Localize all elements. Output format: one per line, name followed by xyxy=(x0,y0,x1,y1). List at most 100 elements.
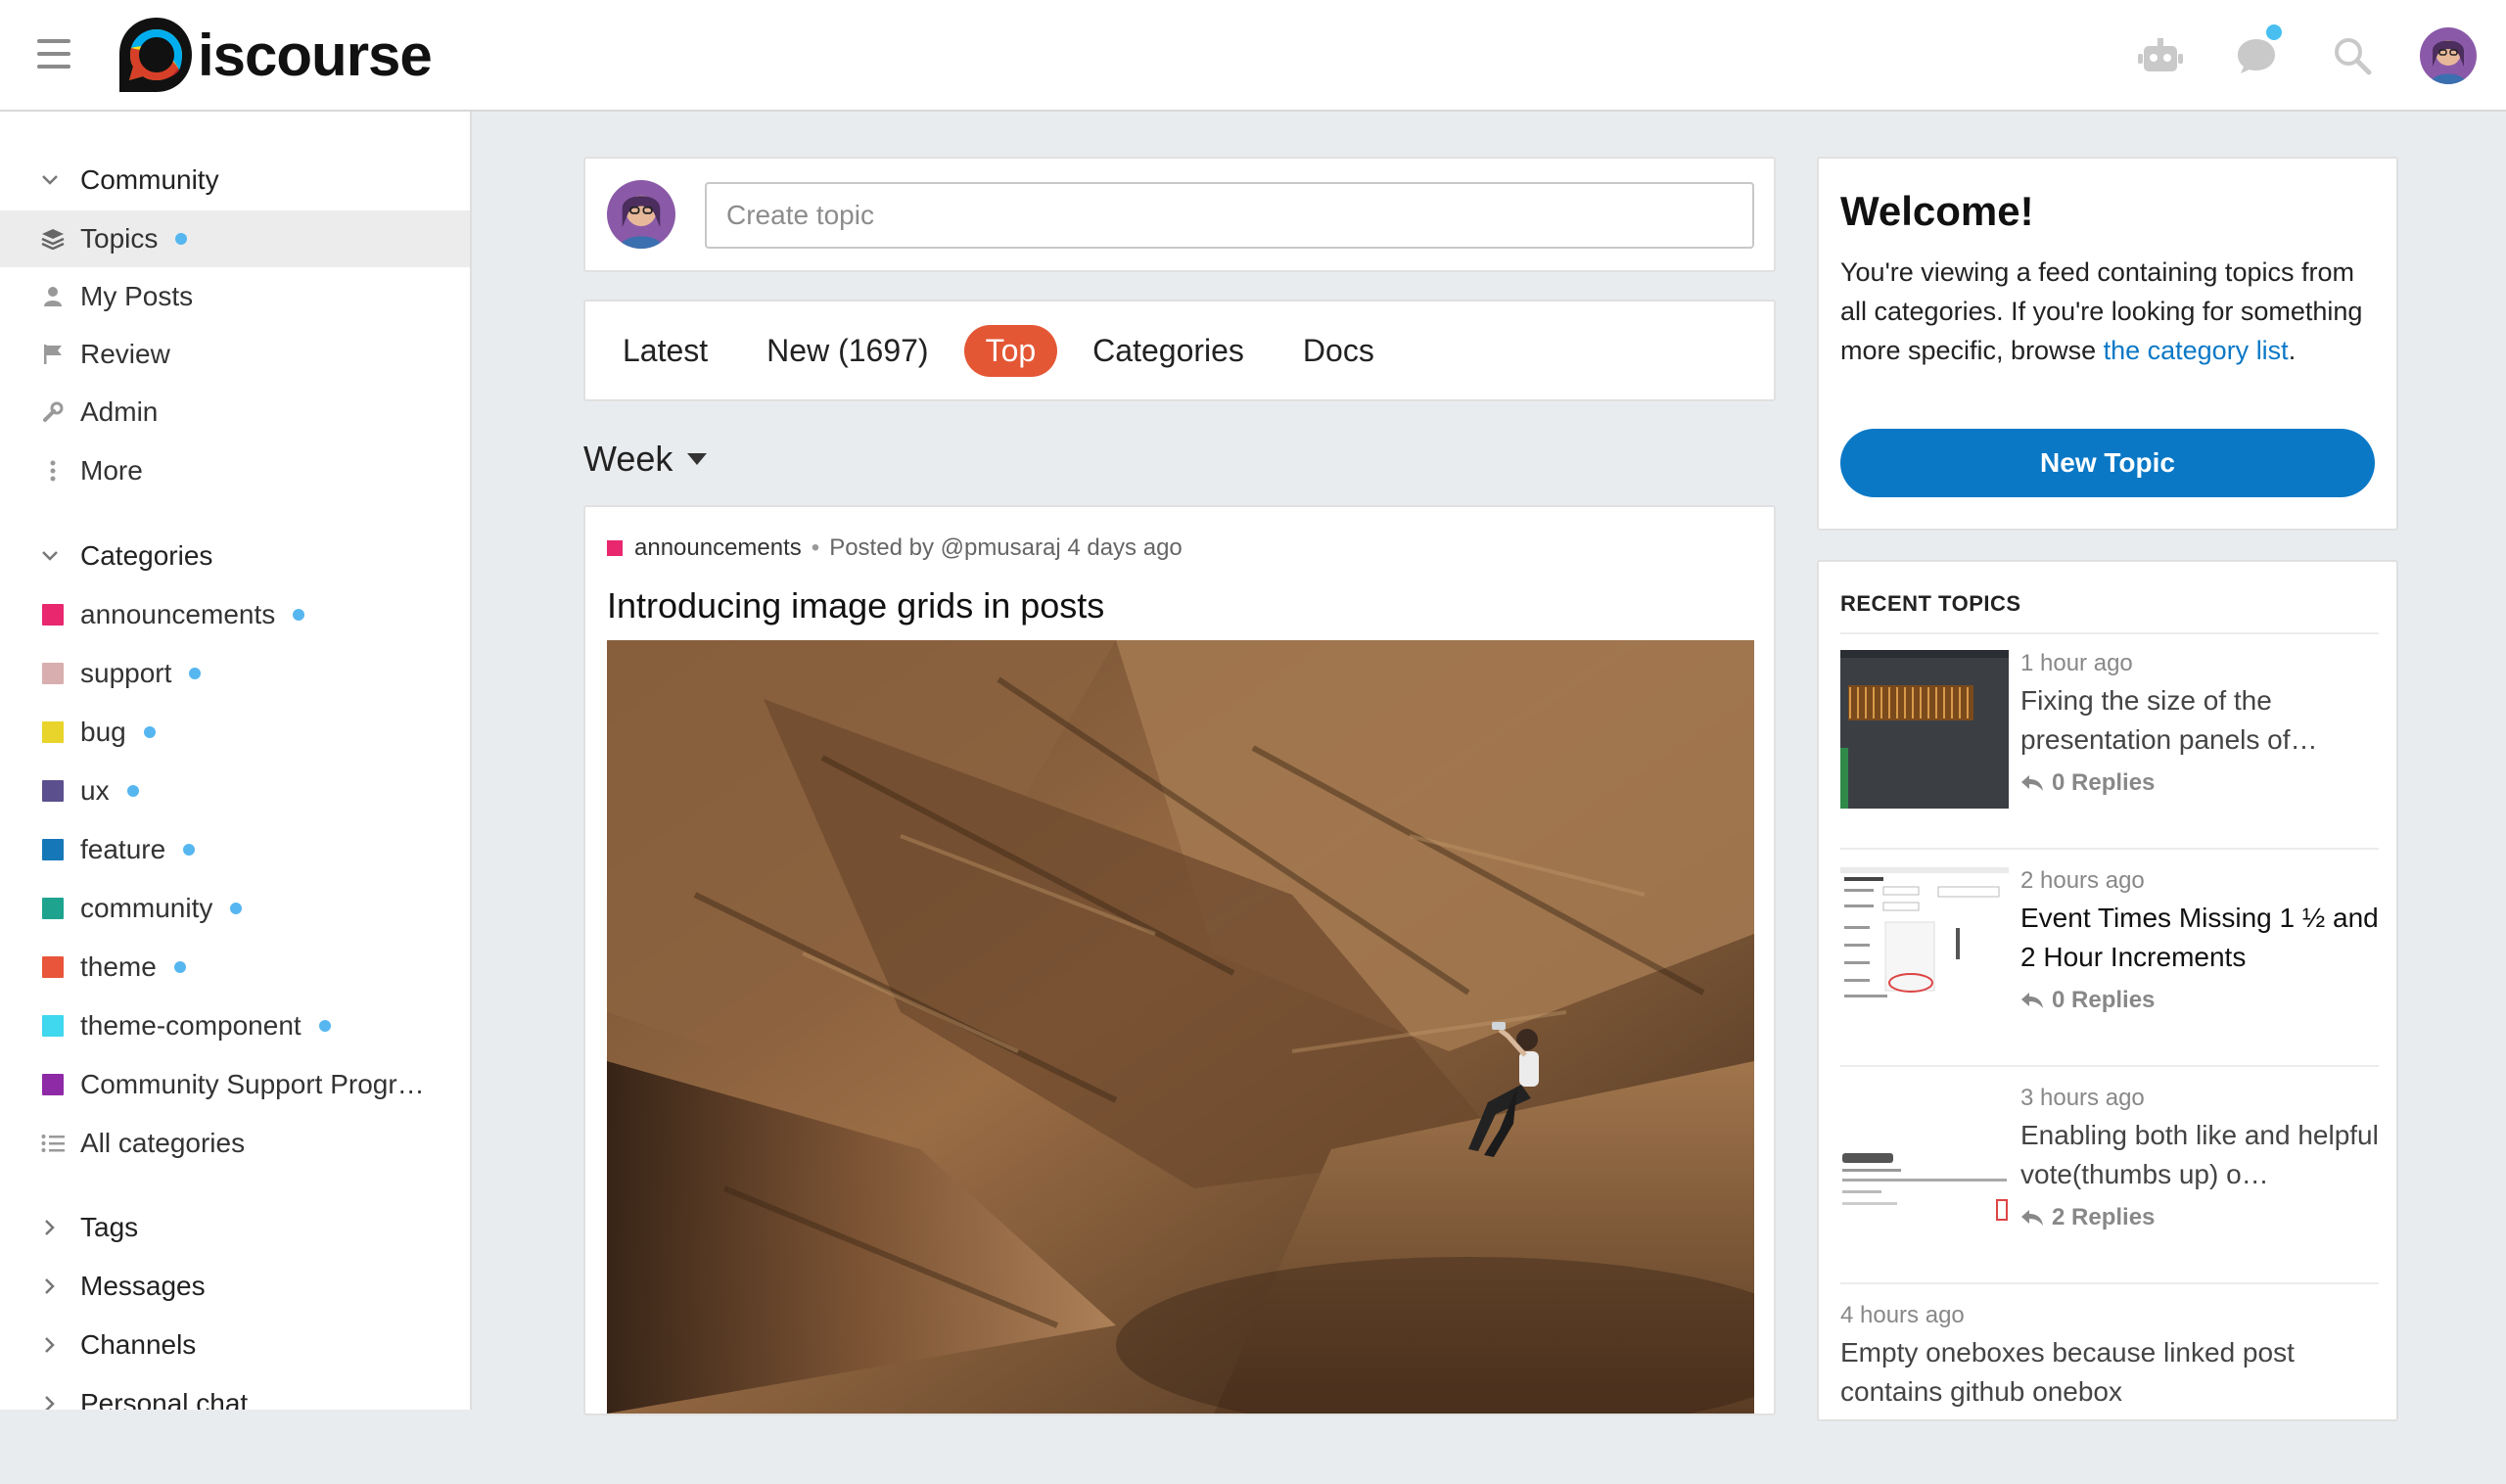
logo-text: iscourse xyxy=(198,22,433,88)
sidebar-category-bug[interactable]: bug xyxy=(0,704,470,761)
sidebar-item-admin[interactable]: Admin xyxy=(0,384,470,441)
sidebar-section-label: Messages xyxy=(80,1271,206,1301)
welcome-end: . xyxy=(2288,336,2297,365)
chevron-right-icon xyxy=(25,1219,74,1236)
category-color-swatch xyxy=(607,540,623,556)
unread-dot xyxy=(230,903,243,914)
category-list-link[interactable]: the category list xyxy=(2104,336,2289,365)
layers-icon xyxy=(37,228,69,250)
topic-replies: 2 Replies xyxy=(2020,1204,2155,1231)
sidebar-category-support[interactable]: support xyxy=(0,645,470,702)
sidebar-item-more[interactable]: More xyxy=(0,442,470,499)
unread-dot xyxy=(293,609,305,621)
reply-icon xyxy=(2021,993,2043,1008)
reply-count: 0 Replies xyxy=(2052,769,2156,796)
topic-title: Empty oneboxes because linked post conta… xyxy=(1840,1337,2295,1407)
sidebar-section-community[interactable]: Community xyxy=(0,151,470,209)
tab-docs[interactable]: Docs xyxy=(1303,333,1374,369)
sidebar-section-label: Tags xyxy=(80,1212,139,1242)
sidebar-item-label: support xyxy=(80,658,172,688)
sidebar-item-label: Review xyxy=(80,339,170,369)
topic-thumbnail xyxy=(1840,650,2009,809)
discourse-logo-mark xyxy=(119,18,192,92)
category-color-swatch xyxy=(42,663,64,684)
unread-dot xyxy=(143,726,156,738)
new-topic-button[interactable]: New Topic xyxy=(1840,429,2375,497)
period-selector[interactable]: Week xyxy=(583,439,708,480)
unread-dot xyxy=(183,844,196,856)
sidebar-section-messages[interactable]: Messages xyxy=(0,1257,470,1316)
category-color-swatch xyxy=(42,1015,64,1037)
sidebar-item-my-posts[interactable]: My Posts xyxy=(0,268,470,325)
topic-card: announcements • Posted by @pmusaraj 4 da… xyxy=(583,505,1776,1415)
post-category-link[interactable]: announcements xyxy=(634,534,802,562)
tab-latest[interactable]: Latest xyxy=(623,333,708,369)
category-color-swatch xyxy=(42,839,64,860)
recent-topic-item[interactable]: 4 hours ago Empty oneboxes because linke… xyxy=(1840,1288,2379,1484)
discourse-logo[interactable]: iscourse xyxy=(117,16,433,94)
sidebar-category-community[interactable]: community xyxy=(0,880,470,937)
sidebar-category-feature[interactable]: feature xyxy=(0,821,470,878)
chat-icon[interactable] xyxy=(2226,22,2287,86)
topic-title: Event Times Missing 1 ½ and 2 Hour Incre… xyxy=(2020,903,2379,972)
recent-topic-item[interactable]: 3 hours ago Enabling both like and helpf… xyxy=(1840,1071,2379,1267)
meta-separator: • xyxy=(811,534,820,561)
create-topic-input[interactable] xyxy=(705,182,1754,249)
unread-dot xyxy=(189,668,202,679)
topic-thumbnail xyxy=(1840,867,2009,1026)
sidebar-category-community-support-program[interactable]: Community Support Progr… xyxy=(0,1056,470,1113)
sidebar-section-label: Personal chat xyxy=(80,1388,249,1410)
sidebar-section-personal-chat[interactable]: Personal chat xyxy=(0,1374,470,1410)
topic-time: 1 hour ago xyxy=(2020,650,2133,676)
sidebar-item-label: theme-component xyxy=(80,1010,302,1041)
sidebar-category-ux[interactable]: ux xyxy=(0,763,470,819)
sidebar-item-all-categories[interactable]: All categories xyxy=(0,1115,470,1172)
sidebar-category-theme-component[interactable]: theme-component xyxy=(0,997,470,1054)
chevron-down-icon xyxy=(25,174,74,186)
category-color-swatch xyxy=(42,956,64,978)
topic-time: 4 hours ago xyxy=(1840,1302,1965,1328)
chat-notification-dot xyxy=(2263,22,2285,43)
sidebar-item-label: Community Support Progr… xyxy=(80,1069,425,1099)
unread-dot xyxy=(173,961,186,973)
category-color-swatch xyxy=(42,604,64,626)
topic-title: Enabling both like and helpful vote(thum… xyxy=(2020,1120,2379,1189)
topic-replies: 0 Replies xyxy=(2020,769,2155,797)
sidebar-section-channels[interactable]: Channels xyxy=(0,1316,470,1374)
divider xyxy=(1840,1065,2379,1067)
topic-thumbnail xyxy=(1840,1085,2009,1243)
tab-top[interactable]: Top xyxy=(963,324,1058,377)
sidebar-section-label: Community xyxy=(80,164,219,195)
hamburger-icon[interactable] xyxy=(37,39,70,72)
search-icon[interactable] xyxy=(2322,25,2383,86)
sidebar-section-categories[interactable]: Categories xyxy=(0,527,470,585)
sidebar-category-announcements[interactable]: announcements xyxy=(0,586,470,643)
post-image[interactable] xyxy=(607,640,1754,1414)
reply-icon xyxy=(2021,775,2043,791)
sidebar-section-label: Channels xyxy=(80,1329,197,1360)
sidebar-category-theme[interactable]: theme xyxy=(0,939,470,996)
welcome-banner: Welcome! You're viewing a feed containin… xyxy=(1817,157,2398,531)
site-header: iscourse xyxy=(0,0,2506,112)
tab-categories[interactable]: Categories xyxy=(1092,333,1244,369)
robot-icon[interactable] xyxy=(2130,25,2191,86)
sidebar-section-tags[interactable]: Tags xyxy=(0,1198,470,1257)
tab-new[interactable]: New (1697) xyxy=(766,333,928,369)
sidebar-item-topics[interactable]: Topics xyxy=(0,210,470,267)
category-color-swatch xyxy=(42,780,64,802)
recent-topic-item[interactable]: 2 hours ago Event Times Missing 1 ½ and … xyxy=(1840,854,2379,1049)
sidebar-item-label: community xyxy=(80,893,213,923)
topic-title: Fixing the size of the presentation pane… xyxy=(2020,685,2318,755)
sidebar-item-label: More xyxy=(80,455,143,486)
user-avatar[interactable] xyxy=(2418,25,2479,86)
flag-icon xyxy=(37,344,69,365)
sidebar-item-label: announcements xyxy=(80,599,276,629)
sidebar-item-review[interactable]: Review xyxy=(0,326,470,383)
topic-time: 2 hours ago xyxy=(2020,867,2145,894)
topic-replies: 0 Replies xyxy=(2020,987,2155,1014)
recent-topic-item[interactable]: 1 hour ago Fixing the size of the presen… xyxy=(1840,636,2379,832)
sidebar-item-label: All categories xyxy=(80,1128,246,1158)
sidebar: Community Topics My Posts Review Admin M… xyxy=(0,112,472,1410)
category-color-swatch xyxy=(42,898,64,919)
post-title[interactable]: Introducing image grids in posts xyxy=(607,585,1104,626)
